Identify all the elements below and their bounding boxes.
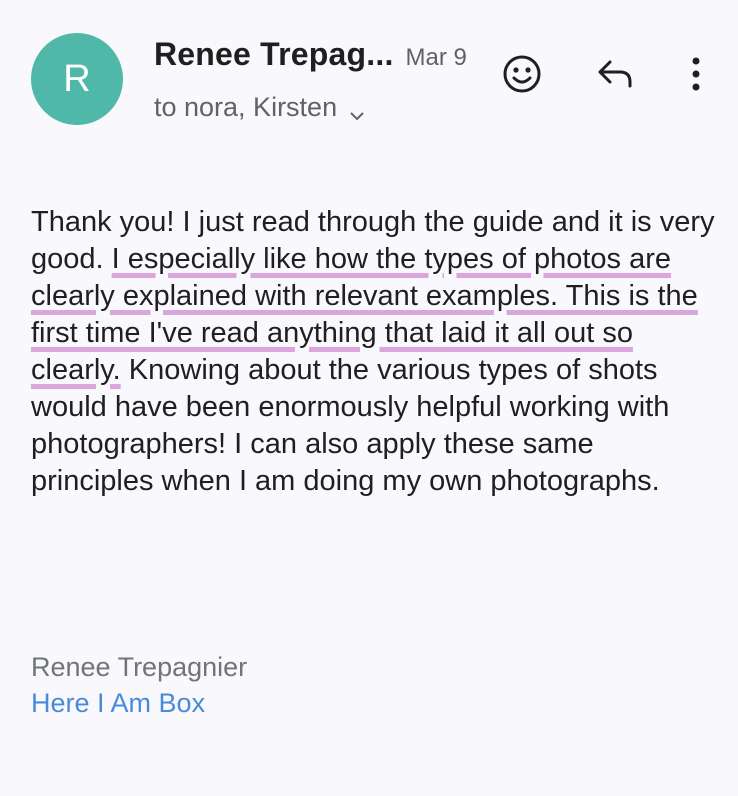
signature-link[interactable]: Here I Am Box bbox=[31, 688, 205, 719]
sender-line: Renee Trepag... Mar 9 bbox=[154, 36, 467, 73]
recipients-text: to nora, Kirsten bbox=[154, 92, 338, 122]
message-text-rest: Knowing about the various types of shots… bbox=[31, 354, 670, 497]
recipients-toggle[interactable]: to nora, Kirsten bbox=[154, 92, 365, 123]
more-options-button[interactable] bbox=[676, 50, 716, 98]
signature-name: Renee Trepagnier bbox=[31, 652, 248, 682]
message-date: Mar 9 bbox=[405, 44, 467, 71]
message-body: Thank you! I just read through the guide… bbox=[31, 204, 721, 500]
reply-icon bbox=[598, 60, 632, 88]
add-reaction-button[interactable] bbox=[500, 52, 544, 96]
chevron-down-icon[interactable] bbox=[349, 100, 365, 120]
avatar-letter: R bbox=[63, 57, 91, 100]
smiley-icon bbox=[503, 55, 541, 93]
avatar[interactable]: R bbox=[31, 33, 123, 125]
reply-button[interactable] bbox=[594, 54, 638, 94]
more-vert-icon bbox=[692, 57, 700, 91]
sender-name[interactable]: Renee Trepag... bbox=[154, 36, 394, 73]
